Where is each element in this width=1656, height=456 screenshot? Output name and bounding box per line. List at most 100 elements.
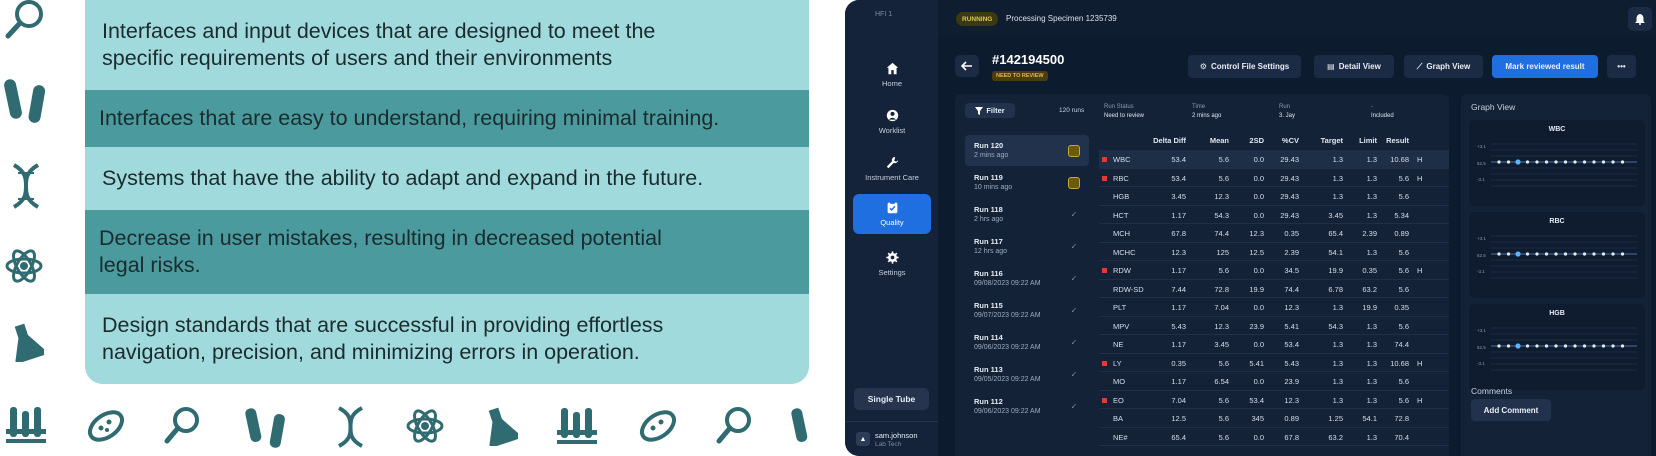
data-point xyxy=(1601,252,1606,256)
flag-icon xyxy=(1102,175,1107,181)
data-point xyxy=(1592,344,1596,348)
table-row[interactable]: MCH 67.8 74.4 12.3 0.35 65.4 2.39 0.89 xyxy=(1099,224,1449,243)
levey-jennings-chart[interactable]: RBC +3.1 62.5 -3.1 xyxy=(1469,212,1645,298)
run-list-item[interactable]: Run 118 2 hrs ago ✓ xyxy=(965,199,1089,230)
table-row[interactable]: PLT 1.17 7.04 0.0 12.3 1.3 19.9 0.35 xyxy=(1099,298,1449,317)
table-cell: 53.4 xyxy=(1284,340,1299,349)
nav-settings[interactable]: Settings xyxy=(853,244,931,284)
meta-label: Run xyxy=(1279,104,1291,110)
axis-label: 62.5 xyxy=(1477,345,1486,350)
table-row[interactable]: NE 1.17 3.45 0.0 53.4 1.3 1.3 74.4 xyxy=(1099,335,1449,354)
table-cell: 5.6 xyxy=(1398,321,1409,331)
more-options-button[interactable]: ••• xyxy=(1607,55,1636,78)
bacteria-icon xyxy=(636,406,680,446)
control-file-settings-button[interactable]: ⚙ Control File Settings xyxy=(1188,55,1301,78)
run-list-item[interactable]: Run 113 09/05/2023 09:22 AM ✓ xyxy=(965,359,1089,390)
benefit-line: Design standards that are successful in … xyxy=(102,313,664,337)
table-cell: 29.43 xyxy=(1280,155,1299,164)
table-cell: 12.5 xyxy=(1249,247,1264,257)
detail-view-button[interactable]: ▤ Detail View xyxy=(1314,55,1394,78)
table-row[interactable]: RDW-SD 7.44 72.8 19.9 74.4 6.78 63.2 5.6 xyxy=(1099,280,1449,298)
table-cell: 29.43 xyxy=(1280,192,1299,201)
atom-icon xyxy=(4,246,44,286)
gear-icon xyxy=(885,251,899,264)
table-cell: 5.41 xyxy=(1284,321,1299,331)
data-point xyxy=(1611,252,1615,256)
table-cell: 53.4 xyxy=(1249,395,1264,405)
nav-label: Quality xyxy=(880,218,904,227)
table-row[interactable]: MCHC 12.3 125 12.5 2.39 54.1 1.3 5.6 xyxy=(1099,243,1449,261)
table-row[interactable]: LY 0.35 5.6 5.41 5.43 1.3 1.3 10.68 H xyxy=(1099,354,1449,372)
table-cell: 5.34 xyxy=(1394,210,1409,220)
table-cell: 7.44 xyxy=(1171,284,1186,294)
specimen-id: #142194500 xyxy=(992,52,1065,67)
notifications-button[interactable] xyxy=(1628,7,1652,31)
high-flag: H xyxy=(1417,358,1423,368)
nav-instrument-care[interactable]: Instrument Care xyxy=(853,149,931,189)
dna-icon xyxy=(334,406,368,448)
table-cell: 0.0 xyxy=(1253,340,1264,349)
table-row[interactable]: MPV 5.43 12.3 23.9 5.41 54.3 1.3 5.6 xyxy=(1099,317,1449,335)
table-cell: 10.68 xyxy=(1390,358,1409,368)
graph-view-button[interactable]: ⟋ Graph View xyxy=(1404,55,1483,78)
table-row[interactable]: HGB 3.45 12.3 0.0 29.43 1.3 1.3 5.6 xyxy=(1099,187,1449,206)
data-point xyxy=(1592,252,1596,256)
user-icon xyxy=(886,109,898,122)
meta-value: 3. Jay xyxy=(1279,113,1296,119)
table-row[interactable]: RBC 53.4 5.6 0.0 29.43 1.3 1.3 5.6 H xyxy=(1099,169,1449,187)
table-row[interactable]: HCT 1.17 54.3 0.0 29.43 3.45 1.3 5.34 xyxy=(1099,206,1449,224)
add-comment-button[interactable]: Add Comment xyxy=(1471,399,1551,421)
table-cell: 5.6 xyxy=(1398,247,1409,257)
levey-jennings-chart[interactable]: WBC +3.1 62.5 -3.1 xyxy=(1469,120,1645,206)
table-row[interactable]: RDW 1.17 5.6 0.0 34.5 19.9 0.35 5.6 H xyxy=(1099,261,1449,280)
benefit-item: Systems that have the ability to adapt a… xyxy=(85,147,809,210)
nav-quality[interactable]: Quality xyxy=(853,194,931,234)
table-cell: 0.0 xyxy=(1253,155,1264,164)
table-cell: 6.54 xyxy=(1214,377,1229,386)
back-button[interactable] xyxy=(955,55,979,77)
nav-worklist[interactable]: Worklist xyxy=(853,102,931,142)
data-point xyxy=(1506,252,1511,256)
run-list-item[interactable]: Run 114 09/06/2023 09:22 AM ✓ xyxy=(965,327,1089,358)
flag-icon xyxy=(1102,397,1107,403)
gear-icon: ⚙ xyxy=(1199,62,1207,71)
meta-label: - xyxy=(1371,104,1373,110)
table-cell: 53.4 xyxy=(1171,155,1186,164)
run-time: 10 mins ago xyxy=(974,184,1013,191)
run-list-item[interactable]: Run 116 09/08/2023 09:22 AM ✓ xyxy=(965,263,1089,294)
table-cell: 3.45 xyxy=(1171,192,1186,201)
table-cell: 0.35 xyxy=(1171,358,1186,368)
levey-jennings-chart[interactable]: HGB +3.1 62.5 -3.1 xyxy=(1469,304,1645,390)
chart-title: WBC xyxy=(1548,126,1566,133)
run-list-item[interactable]: Run 119 10 mins ago xyxy=(965,167,1089,198)
chart-title: RBC xyxy=(1549,218,1565,225)
data-point xyxy=(1506,344,1511,348)
parameter-name: WBC xyxy=(1113,155,1131,164)
table-header: Result xyxy=(1386,136,1409,145)
table-cell: 0.89 xyxy=(1394,229,1409,238)
dna-icon xyxy=(8,163,44,209)
axis-label: +3.1 xyxy=(1477,236,1486,241)
data-point xyxy=(1554,160,1558,164)
table-header: 2SD xyxy=(1249,136,1264,145)
benefit-line: Decrease in user mistakes, resulting in … xyxy=(99,226,662,250)
meta-value: Need to review xyxy=(1104,113,1145,119)
filter-button[interactable]: Filter xyxy=(965,103,1015,118)
run-list-item[interactable]: Run 117 12 hrs ago ✓ xyxy=(965,231,1089,262)
run-title: Run 119 xyxy=(974,173,1003,182)
run-list-item[interactable]: Run 120 2 mins ago xyxy=(965,135,1089,166)
high-flag: H xyxy=(1417,155,1423,164)
run-list-item[interactable]: Run 112 09/06/2023 09:22 AM ✓ xyxy=(965,391,1089,422)
table-row[interactable]: EO 7.04 5.6 53.4 12.3 1.3 1.3 5.6 H xyxy=(1099,391,1449,409)
nav-home[interactable]: Home xyxy=(853,55,931,95)
run-list-item[interactable]: Run 115 09/07/2023 09:22 AM ✓ xyxy=(965,295,1089,326)
table-row[interactable]: NE# 65.4 5.6 0.0 67.8 63.2 1.3 70.4 xyxy=(1099,428,1449,446)
data-point xyxy=(1554,252,1558,256)
single-tube-button[interactable]: Single Tube xyxy=(854,388,929,410)
user-profile[interactable]: ▲ sam.johnson Lab Tech xyxy=(845,421,938,456)
mark-reviewed-button[interactable]: Mark reviewed result xyxy=(1492,55,1598,78)
run-title: Run 117 xyxy=(974,237,1003,246)
table-row[interactable]: MO 1.17 6.54 0.0 23.9 1.3 1.3 5.6 xyxy=(1099,372,1449,391)
table-row[interactable]: WBC 53.4 5.6 0.0 29.43 1.3 1.3 10.68 H xyxy=(1099,150,1449,169)
table-row[interactable]: BA 12.5 5.6 345 0.89 1.25 54.1 72.8 xyxy=(1099,409,1449,428)
